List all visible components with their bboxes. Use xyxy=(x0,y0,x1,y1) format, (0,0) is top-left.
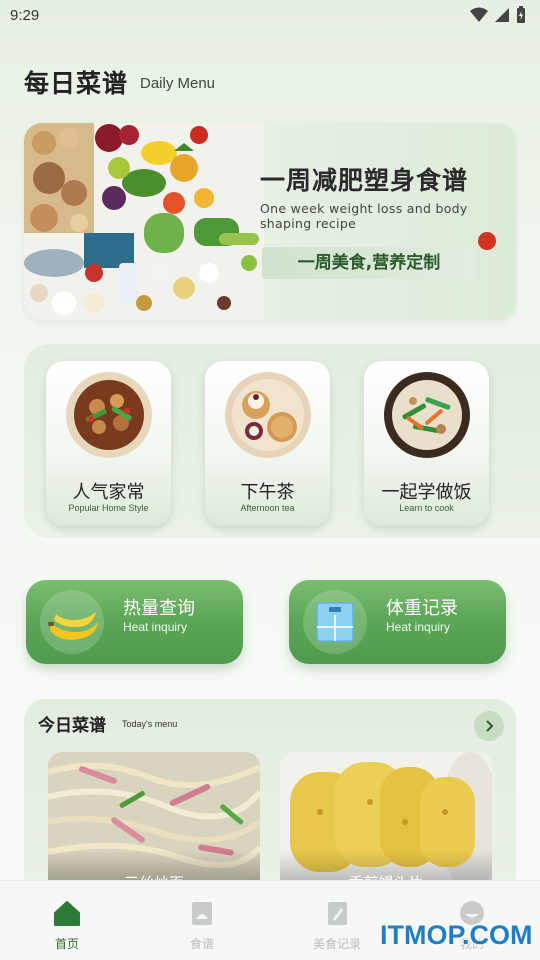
tool-label: 热量查询 xyxy=(123,598,195,619)
watermark: ITMOP.COM xyxy=(380,920,533,950)
category-sublabel: Learn to cook xyxy=(399,503,454,513)
dish-card[interactable]: 三丝炒面 xyxy=(48,752,260,892)
today-menu-panel: 今日菜谱 Today's menu 三丝炒面 xyxy=(24,699,516,899)
tool-sublabel: Heat inquiry xyxy=(123,620,188,634)
status-bar: 9:29 xyxy=(0,0,540,32)
notebook-icon xyxy=(328,902,347,925)
status-time: 9:29 xyxy=(10,7,40,24)
wifi-icon xyxy=(470,7,488,22)
category-sublabel: Popular Home Style xyxy=(68,503,149,513)
cooking-dish-image xyxy=(384,372,470,458)
chevron-right-icon xyxy=(486,720,494,732)
banner-title: 一周减肥塑身食谱 xyxy=(260,166,469,195)
scale-icon xyxy=(303,590,367,654)
category-learn-to-cook[interactable]: 一起学做饭 Learn to cook xyxy=(364,361,489,526)
dish-card[interactable]: 香煎馒头片 xyxy=(280,752,492,892)
home-dish-image xyxy=(66,372,152,458)
tab-label: 首页 xyxy=(54,937,79,951)
banana-icon xyxy=(40,590,104,654)
tool-label: 体重记录 xyxy=(386,598,458,619)
category-panel: 人气家常 Popular Home Style 下午茶 Afternoon te… xyxy=(24,344,540,538)
category-sublabel: Afternoon tea xyxy=(240,503,295,513)
pan-fried-bread-image xyxy=(280,752,492,892)
tab-home[interactable]: 首页 xyxy=(27,899,107,952)
tab-recipes[interactable]: 食谱 xyxy=(162,899,242,952)
app-subtitle: Daily Menu xyxy=(140,75,216,92)
category-popular-home[interactable]: 人气家常 Popular Home Style xyxy=(46,361,171,526)
banner-subtitle: One week weight loss and body shaping re… xyxy=(260,201,468,231)
afternoon-tea-image xyxy=(225,372,311,458)
category-label: 人气家常 xyxy=(72,482,145,503)
calorie-query-button[interactable]: 热量查询 Heat inquiry xyxy=(26,580,243,664)
battery-icon xyxy=(517,6,525,23)
tab-label: 食谱 xyxy=(189,937,214,951)
category-label: 一起学做饭 xyxy=(381,482,472,503)
signal-icon xyxy=(495,8,509,22)
tomato-icon xyxy=(478,232,496,250)
tab-label: 美食记录 xyxy=(312,937,361,951)
tab-food-record[interactable]: 美食记录 xyxy=(297,899,377,952)
app-title: 每日菜谱 xyxy=(24,69,129,98)
recipe-book-icon xyxy=(192,902,212,925)
category-afternoon-tea[interactable]: 下午茶 Afternoon tea xyxy=(205,361,330,526)
home-icon xyxy=(54,901,80,926)
today-menu-subtitle: Today's menu xyxy=(122,719,178,729)
weight-record-button[interactable]: 体重记录 Heat inquiry xyxy=(289,580,506,664)
today-menu-more-button[interactable] xyxy=(474,711,504,741)
tool-sublabel: Heat inquiry xyxy=(386,620,451,634)
status-icons xyxy=(470,6,526,24)
banner-tag: 一周美食,营养定制 xyxy=(262,247,476,279)
promo-banner[interactable]: 一周减肥塑身食谱 One week weight loss and body s… xyxy=(24,123,516,320)
category-label: 下午茶 xyxy=(240,482,295,503)
fried-noodles-image xyxy=(48,752,260,892)
today-menu-title: 今日菜谱 xyxy=(38,716,106,736)
banner-food-image xyxy=(24,123,264,320)
